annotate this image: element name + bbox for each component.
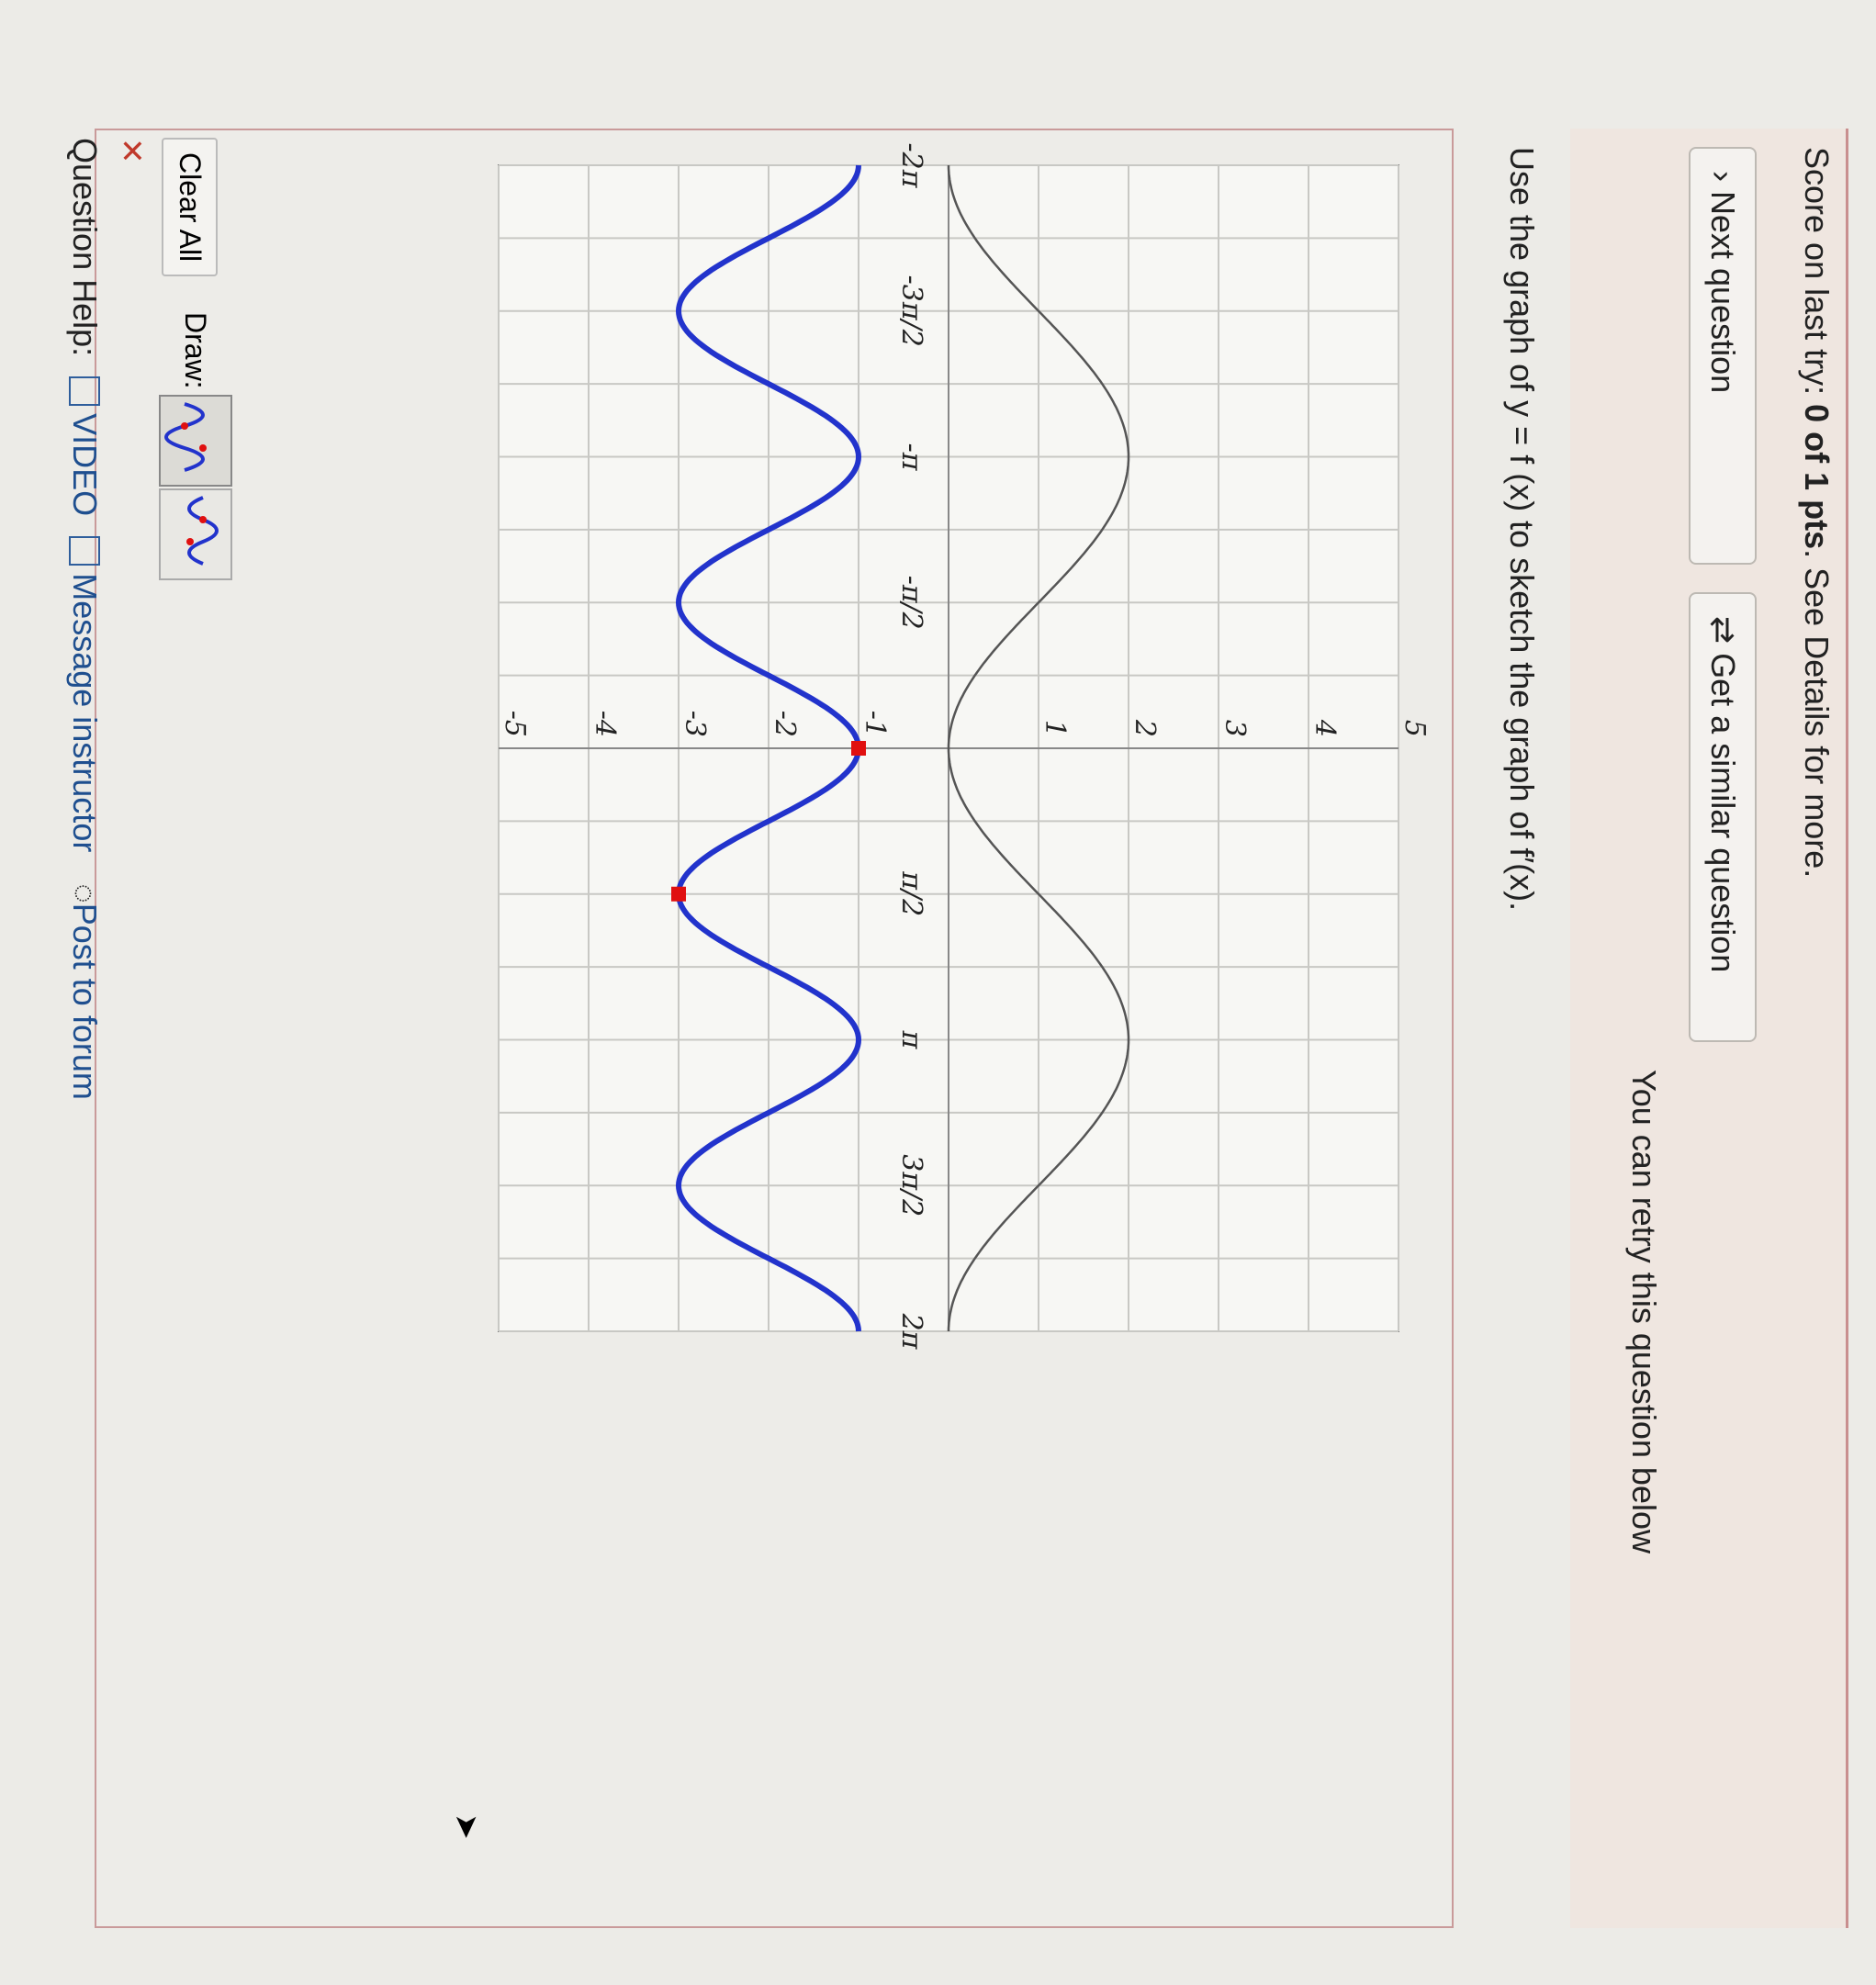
- chevron-right-icon: ›: [1704, 171, 1742, 191]
- y-tick-label: -2: [769, 711, 801, 737]
- question-help: Question Help: VIDEO Message instructor …: [65, 138, 104, 1100]
- refresh-icon: ⇄: [1704, 616, 1742, 654]
- x-tick-label: -3π/2: [895, 275, 927, 347]
- video-link[interactable]: VIDEO: [66, 413, 104, 516]
- x-tick-label: π: [895, 1030, 927, 1050]
- similar-question-button[interactable]: ⇄ Get a similar question: [1689, 592, 1757, 1042]
- close-icon[interactable]: ✕: [113, 138, 150, 164]
- x-tick-label: 3π/2: [895, 1154, 927, 1217]
- y-tick-label: 2: [1129, 719, 1161, 737]
- draw-label: Draw:: [179, 312, 212, 389]
- x-tick-label: -π/2: [895, 576, 927, 630]
- score-prefix: Score on last try:: [1798, 147, 1836, 405]
- help-label: Question Help:: [66, 138, 104, 357]
- screen: Score on last try: 0 of 1 pts. See Detai…: [0, 0, 1876, 1985]
- y-tick-label: -5: [499, 711, 531, 737]
- clear-all-button[interactable]: Clear All: [162, 138, 218, 277]
- post-to-forum-link[interactable]: Post to forum: [66, 903, 104, 1100]
- question-prompt: Use the graph of y = f (x) to sketch the…: [1503, 147, 1541, 912]
- score-text: Score on last try: 0 of 1 pts. See Detai…: [1797, 147, 1836, 878]
- next-question-label: Next question: [1704, 191, 1742, 394]
- score-suffix: . See Details for more.: [1798, 549, 1836, 879]
- draw-sine-tool[interactable]: [159, 395, 232, 487]
- mail-icon: [68, 536, 100, 566]
- x-tick-label: -2π: [895, 143, 927, 189]
- message-instructor-link[interactable]: Message instructor: [66, 573, 104, 852]
- score-value: 0 of 1 pts: [1798, 404, 1836, 550]
- x-tick-label: -π: [895, 443, 927, 472]
- y-tick-label: -4: [589, 711, 621, 737]
- control-point-marker[interactable]: [851, 741, 866, 756]
- y-tick-label: 1: [1039, 720, 1071, 737]
- y-tick-label: -3: [679, 711, 711, 737]
- comment-icon: ◌: [66, 883, 104, 903]
- retry-notice: You can retry this question below: [1625, 1070, 1663, 1553]
- y-tick-label: -1: [859, 711, 891, 737]
- x-tick-label: π/2: [895, 870, 927, 916]
- next-question-button[interactable]: › Next question: [1689, 147, 1757, 565]
- draw-cosine-tool[interactable]: [159, 488, 232, 580]
- video-icon: [68, 376, 100, 407]
- control-point-marker[interactable]: [671, 886, 686, 902]
- sine-tool-icon: [164, 402, 207, 472]
- mouse-cursor-icon: ➤: [449, 1813, 484, 1840]
- x-tick-label: 2π: [895, 1313, 927, 1351]
- similar-question-label: Get a similar question: [1704, 653, 1742, 973]
- y-tick-label: 4: [1309, 719, 1341, 737]
- cosine-tool-icon: [186, 496, 219, 566]
- y-tick-label: 5: [1399, 720, 1431, 737]
- y-tick-label: 3: [1219, 720, 1251, 737]
- graph-canvas[interactable]: -2π -3π/2 -π -π/2 π/2 π 3π/2 2π 5 4 3 2 1 -1 -2 -3 -4 -5: [444, 110, 1435, 1377]
